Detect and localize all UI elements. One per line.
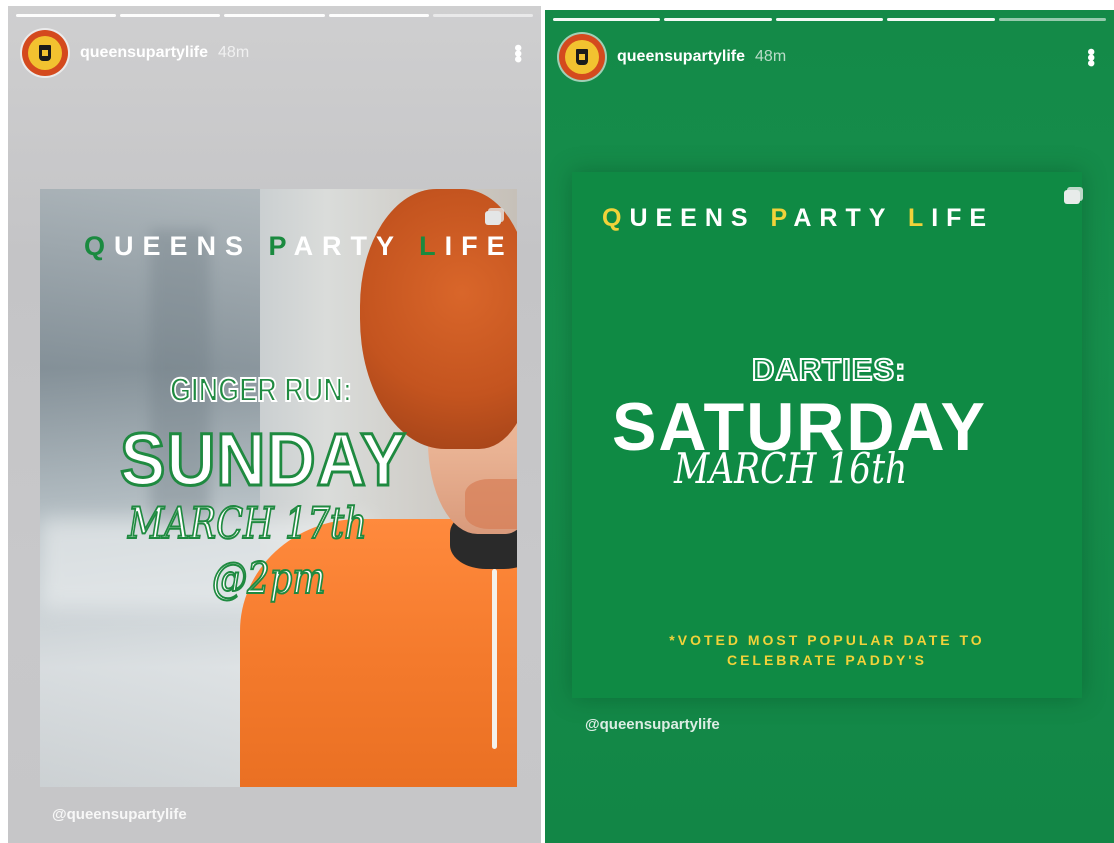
progress-segment <box>887 18 995 21</box>
event-note: CELEBRATE PADDY'S <box>726 652 928 668</box>
progress-segment <box>664 18 772 21</box>
story-poster: QUEENS PARTY LIFE GINGER RUN: SUNDAY MAR… <box>40 189 517 787</box>
progress-segment <box>432 14 534 17</box>
more-options-icon[interactable]: ••• <box>506 44 531 61</box>
story-header: queensupartylife 48m ••• <box>559 32 1104 82</box>
story-panel-right[interactable]: queensupartylife 48m ••• QUEENS PARTY LI… <box>545 10 1114 843</box>
progress-segment <box>120 14 221 17</box>
copy-icon <box>1064 190 1080 204</box>
event-date: MARCH 16th <box>674 444 908 493</box>
cup-icon <box>576 49 588 65</box>
post-time: 48m <box>218 44 250 61</box>
username[interactable]: queensupartylife <box>80 44 208 62</box>
username[interactable]: queensupartylife <box>617 48 745 66</box>
cup-icon <box>39 45 51 61</box>
post-time: 48m <box>755 48 787 65</box>
progress-segment <box>16 14 117 17</box>
mention-link[interactable]: @queensupartylife <box>52 806 187 823</box>
progress-segment <box>998 18 1107 21</box>
progress-segment <box>553 18 661 21</box>
story-panel-left[interactable]: queensupartylife 48m ••• QUEENS PARTY LI… <box>8 6 541 843</box>
brand-title: QUEENS PARTY LIFE <box>84 231 514 261</box>
story-header: queensupartylife 48m ••• <box>22 28 531 78</box>
avatar[interactable] <box>559 34 605 80</box>
event-name: DARTIES: <box>751 351 907 388</box>
event-name: GINGER RUN: <box>169 370 353 409</box>
story-poster: QUEENS PARTY LIFE DARTIES: SATURDAY MARC… <box>572 172 1082 698</box>
copy-icon <box>485 211 501 225</box>
brand-title: QUEENS PARTY LIFE <box>602 204 995 232</box>
progress-segment <box>224 14 325 17</box>
mention-link[interactable]: @queensupartylife <box>585 716 720 733</box>
event-date: MARCH 17th <box>127 498 367 550</box>
story-progress-bar <box>553 18 1107 21</box>
event-time: @2pm <box>211 553 326 605</box>
avatar[interactable] <box>22 30 68 76</box>
story-progress-bar <box>16 14 534 17</box>
more-options-icon[interactable]: ••• <box>1079 48 1104 65</box>
event-note: *VOTED MOST POPULAR DATE TO <box>669 632 985 648</box>
progress-segment <box>775 18 884 21</box>
event-day: SUNDAY <box>119 417 408 503</box>
progress-segment <box>328 14 429 17</box>
